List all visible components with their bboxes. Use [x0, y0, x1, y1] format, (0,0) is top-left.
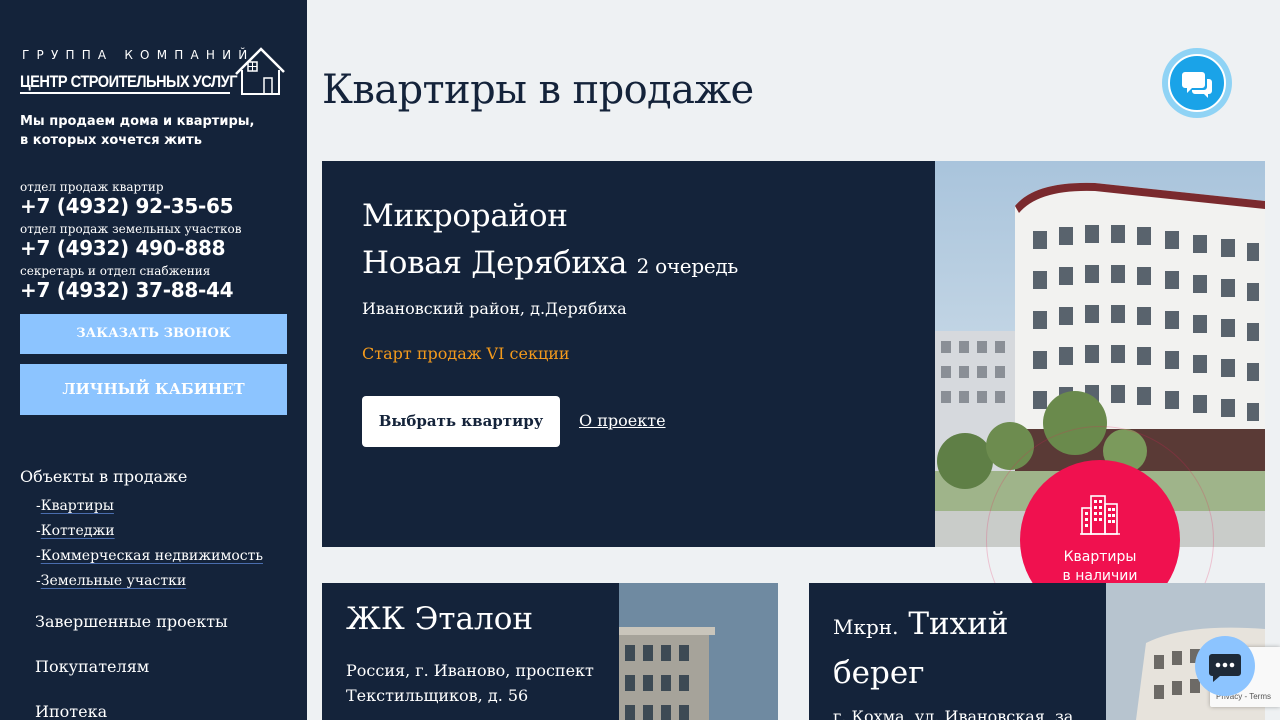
project-image-etalon — [619, 583, 778, 720]
hero-title-suffix: 2 очередь — [636, 254, 739, 278]
contact-label: отдел продаж квартир — [20, 180, 164, 194]
contact-label: отдел продаж земельных участков — [20, 222, 242, 236]
project-card-etalon[interactable]: ЖК Эталон Россия, г. Иваново, проспект Т… — [322, 583, 778, 720]
company-logo[interactable]: ГРУППА КОМПАНИЙ ЦЕНТР СТРОИТЕЛЬНЫХ УСЛУГ — [20, 46, 286, 96]
logo-underline — [20, 92, 230, 94]
card-title-prefix: Мкрн. — [833, 615, 899, 639]
nav-sub-commercial[interactable]: -Коммерческая недвижимость — [36, 548, 263, 564]
contact-label: секретарь и отдел снабжения — [20, 264, 211, 278]
hero-title[interactable]: Микрорайон Новая Дерябиха 2 очередь — [362, 193, 738, 290]
chat-message-icon — [1209, 654, 1241, 682]
contact-apartments: отдел продаж квартир +7 (4932) 92-35-65 — [20, 180, 234, 218]
hero-promo: Старт продаж VI секции — [362, 344, 570, 363]
phone-link[interactable]: +7 (4932) 37-88-44 — [20, 278, 234, 302]
card-title-tikhiy-bereg: Мкрн. Тихий берег — [833, 606, 1009, 691]
card-address-tikhiy-bereg: г. Кохма, ул. Ивановская, за — [833, 707, 1074, 720]
company-tagline: Мы продаем дома и квартиры, в которых хо… — [20, 114, 255, 148]
buildings-icon — [1080, 495, 1120, 535]
house-icon — [235, 47, 285, 95]
nav-sub-cottages[interactable]: -Коттеджи — [36, 523, 115, 539]
logo-line1: ГРУППА КОМПАНИЙ — [22, 48, 255, 62]
nav-heading-objects[interactable]: Объекты в продаже — [20, 467, 187, 486]
phone-link[interactable]: +7 (4932) 490-888 — [20, 236, 241, 260]
sidebar: ГРУППА КОМПАНИЙ ЦЕНТР СТРОИТЕЛЬНЫХ УСЛУГ… — [0, 0, 307, 720]
choose-apartment-button[interactable]: Выбрать квартиру — [362, 396, 560, 447]
chat-button-bottom[interactable] — [1195, 636, 1255, 696]
nav-mortgage[interactable]: Ипотека — [35, 702, 107, 720]
nav-sub-apartments[interactable]: -Квартиры — [36, 498, 114, 514]
chat-bubbles-icon — [1182, 72, 1212, 98]
phone-link[interactable]: +7 (4932) 92-35-65 — [20, 194, 234, 218]
hero-address: Ивановский район, д.Дерябиха — [362, 299, 627, 318]
logo-line2: ЦЕНТР СТРОИТЕЛЬНЫХ УСЛУГ — [20, 72, 237, 91]
nav-sub-land[interactable]: -Земельные участки — [36, 573, 186, 589]
order-call-button[interactable]: Заказать звонок — [20, 314, 287, 354]
about-project-link[interactable]: О проекте — [579, 411, 666, 430]
nav-completed-projects[interactable]: Завершенные проекты — [35, 612, 228, 631]
chat-button-top[interactable] — [1162, 48, 1232, 118]
contact-land: отдел продаж земельных участков +7 (4932… — [20, 222, 241, 260]
card-address-etalon: Россия, г. Иваново, проспект Текстильщик… — [346, 661, 594, 705]
personal-cabinet-button[interactable]: Личный кабинет — [20, 364, 287, 415]
contact-secretary: секретарь и отдел снабжения +7 (4932) 37… — [20, 264, 234, 302]
nav-buyers[interactable]: Покупателям — [35, 657, 149, 676]
page-title: Квартиры в продаже — [322, 67, 754, 113]
card-title-etalon: ЖК Эталон — [346, 601, 534, 637]
